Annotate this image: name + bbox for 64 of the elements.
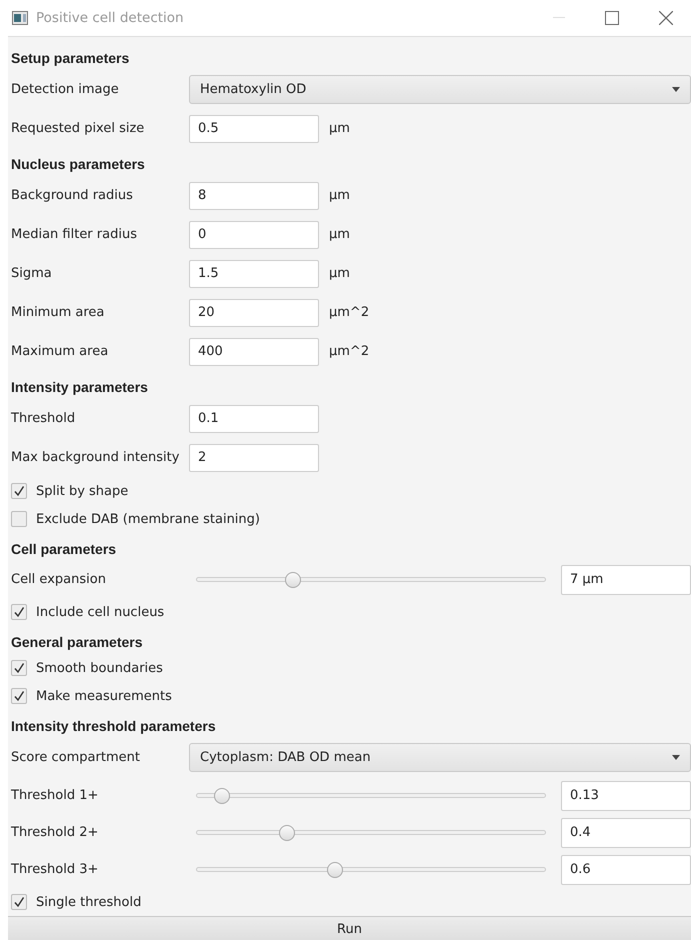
checkbox-label[interactable]: Exclude DAB (membrane staining) xyxy=(36,512,260,526)
checkbox[interactable] xyxy=(11,483,27,499)
field-label: Detection image xyxy=(11,82,120,97)
caret-icon xyxy=(672,87,680,92)
input-field[interactable]: 0.4 xyxy=(561,818,691,848)
input-field[interactable]: 0.5 xyxy=(189,114,319,142)
field-label: Requested pixel size xyxy=(11,121,146,136)
checkbox[interactable] xyxy=(11,660,27,676)
field-label: Median filter radius xyxy=(11,227,138,242)
unit-label: µm xyxy=(329,227,350,242)
unit-label: µm^2 xyxy=(329,305,370,320)
input-field[interactable]: 400 xyxy=(189,338,319,366)
dropdown[interactable]: Cytoplasm: DAB OD mean xyxy=(189,743,691,772)
section-heading: Intensity threshold parameters xyxy=(11,717,217,736)
slider-thumb[interactable] xyxy=(279,824,296,840)
field-label: Threshold 2+ xyxy=(11,825,100,840)
caret-icon xyxy=(672,755,680,760)
field-label: Minimum area xyxy=(11,305,106,320)
field-label: Threshold xyxy=(11,411,76,426)
input-field[interactable]: 2 xyxy=(189,444,319,472)
field-label: Sigma xyxy=(11,266,53,281)
input-field[interactable]: 8 xyxy=(189,182,319,210)
dropdown[interactable]: Hematoxylin OD xyxy=(189,75,691,104)
unit-label: µm xyxy=(329,121,350,136)
unit-label: µm^2 xyxy=(329,344,370,359)
input-field[interactable]: 0 xyxy=(189,220,319,248)
input-field[interactable]: 0.1 xyxy=(189,404,319,432)
app-icon xyxy=(12,11,28,25)
checkbox-label[interactable]: Split by shape xyxy=(36,484,128,498)
input-field[interactable]: 1.5 xyxy=(189,260,319,288)
field-label: Score compartment xyxy=(11,750,141,765)
field-label: Background radius xyxy=(11,188,134,203)
unit-label: µm xyxy=(329,266,350,281)
input-field[interactable]: 0.6 xyxy=(561,854,691,884)
slider-thumb[interactable] xyxy=(214,788,230,804)
unit-label: µm xyxy=(329,188,350,203)
field-label: Threshold 1+ xyxy=(11,788,100,803)
checkbox[interactable] xyxy=(11,688,27,704)
checkbox-label[interactable]: Smooth boundaries xyxy=(36,660,163,676)
field-label: Threshold 3+ xyxy=(11,862,100,877)
field-label: Cell expansion xyxy=(11,572,107,587)
checkbox-label[interactable]: Make measurements xyxy=(36,688,172,704)
maximize-icon[interactable] xyxy=(605,11,619,25)
slider-thumb[interactable] xyxy=(326,862,343,878)
section-heading: Cell parameters xyxy=(11,540,118,559)
checkbox-label[interactable]: Single threshold xyxy=(36,894,142,910)
checkbox[interactable] xyxy=(11,894,27,910)
field-label: Max background intensity xyxy=(11,450,180,465)
checkbox-label[interactable]: Include cell nucleus xyxy=(36,604,164,620)
input-field[interactable]: 7 µm xyxy=(561,564,691,594)
checkbox[interactable] xyxy=(11,511,27,527)
minimize-icon[interactable] xyxy=(553,17,565,19)
run-button[interactable]: Run xyxy=(8,916,691,940)
section-heading: Intensity parameters xyxy=(11,378,149,397)
input-field[interactable]: 0.13 xyxy=(561,780,691,810)
window-title: Positive cell detection xyxy=(36,10,185,26)
slider-thumb[interactable] xyxy=(284,572,301,588)
close-icon[interactable] xyxy=(659,11,673,25)
input-field[interactable]: 20 xyxy=(189,298,319,326)
field-label: Maximum area xyxy=(11,344,110,359)
checkbox[interactable] xyxy=(11,604,27,620)
section-heading: General parameters xyxy=(11,633,144,652)
section-heading: Nucleus parameters xyxy=(11,155,146,174)
section-heading: Setup parameters xyxy=(11,49,130,68)
